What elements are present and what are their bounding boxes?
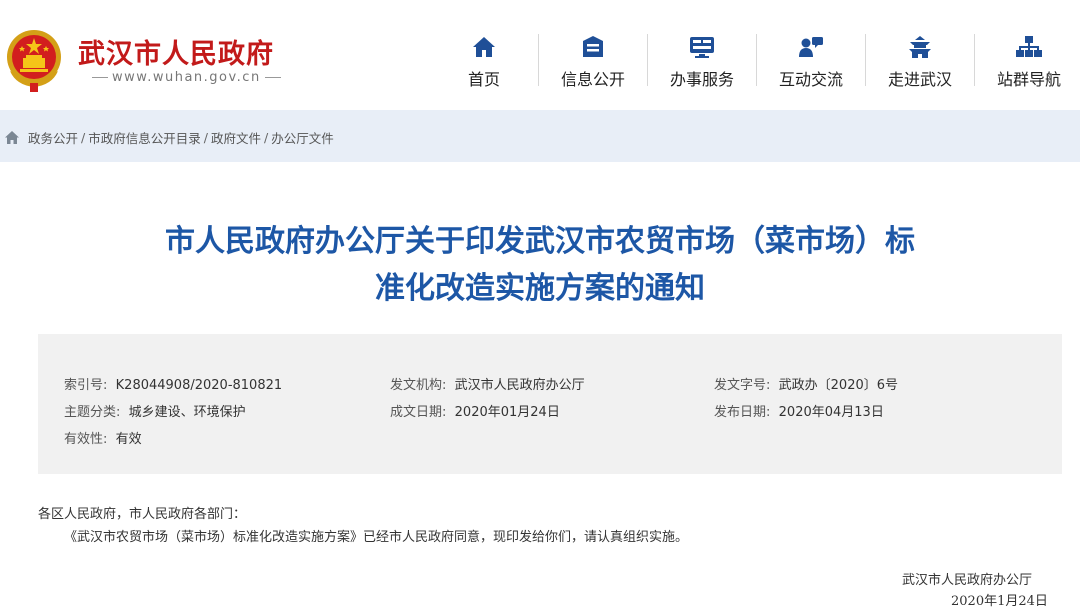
interaction-icon — [798, 34, 824, 60]
breadcrumb-separator: / — [203, 130, 208, 145]
meta-written-date-label: 成文日期: — [390, 405, 447, 420]
meta-written-date-value: 2020年01月24日 — [454, 405, 560, 420]
meta-index-label: 索引号: — [64, 378, 108, 393]
meta-doc-number: 发文字号: 武政办〔2020〕6号 — [714, 374, 898, 393]
meta-validity-label: 有效性: — [64, 432, 108, 447]
meta-published-date-value: 2020年04月13日 — [778, 405, 884, 420]
meta-category: 主题分类: 城乡建设、环境保护 — [64, 401, 246, 420]
home-icon — [471, 34, 497, 60]
meta-category-value: 城乡建设、环境保护 — [128, 405, 246, 420]
document-paragraph: 《武汉市农贸市场（菜市场）标准化改造实施方案》已经市人民政府同意，现印发给你们，… — [64, 530, 689, 545]
meta-doc-number-label: 发文字号: — [714, 378, 771, 393]
nav-services[interactable]: 办事服务 — [648, 28, 756, 92]
breadcrumb-separator: / — [81, 130, 86, 145]
meta-validity-value: 有效 — [115, 432, 142, 447]
nav-about-wuhan[interactable]: 走进武汉 — [866, 28, 974, 92]
nav-home[interactable]: 首页 — [430, 28, 538, 92]
nav-sitemap-label: 站群导航 — [996, 70, 1061, 89]
breadcrumb: 政务公开 / 市政府信息公开目录 / 政府文件 / 办公厅文件 — [4, 128, 334, 147]
service-screen-icon — [689, 34, 715, 60]
meta-issuer-label: 发文机构: — [390, 378, 447, 393]
site-url: www.wuhan.gov.cn — [88, 70, 285, 85]
breadcrumb-separator: / — [263, 130, 269, 145]
open-info-icon — [580, 34, 606, 60]
meta-validity: 有效性: 有效 — [64, 428, 142, 447]
page-title-line-2: 准化改造实施方案的通知 — [375, 271, 705, 306]
document-date: 2020年1月24日 — [951, 594, 1048, 608]
meta-index: 索引号: K28044908/2020-810821 — [64, 374, 282, 393]
meta-doc-number-value: 武政办〔2020〕6号 — [778, 378, 899, 393]
national-emblem-icon[interactable] — [2, 27, 66, 93]
breadcrumb-item-public-affairs[interactable]: 政务公开 — [28, 128, 78, 147]
nav-open-info-label: 信息公开 — [560, 70, 625, 89]
meta-issuer: 发文机构: 武汉市人民政府办公厅 — [390, 374, 585, 393]
page-title: 市人民政府办公厅关于印发武汉市农贸市场（菜市场）标 准化改造实施方案的通知 — [60, 218, 1020, 312]
landmark-icon — [907, 34, 933, 60]
home-icon[interactable] — [4, 130, 20, 146]
main-nav: 首页 信息公开 办事服务 互动交流 走进武汉 站群导航 — [430, 28, 1080, 92]
page-title-line-1: 市人民政府办公厅关于印发武汉市农贸市场（菜市场）标 — [165, 224, 915, 259]
nav-about-wuhan-label: 走进武汉 — [887, 70, 952, 89]
site-header: 武汉市人民政府 www.wuhan.gov.cn 首页 信息公开 办事服务 互动… — [0, 0, 1080, 108]
document-signature: 武汉市人民政府办公厅 — [902, 573, 1033, 588]
breadcrumb-item-info-catalog[interactable]: 市政府信息公开目录 — [88, 128, 201, 147]
meta-index-value: K28044908/2020-810821 — [115, 378, 283, 393]
meta-published-date: 发布日期: 2020年04月13日 — [714, 401, 884, 420]
meta-category-label: 主题分类: — [64, 405, 121, 420]
nav-home-label: 首页 — [467, 70, 500, 89]
sitemap-icon — [1016, 34, 1042, 60]
site-url-text: www.wuhan.gov.cn — [112, 70, 261, 85]
document-meta: 索引号: K28044908/2020-810821 发文机构: 武汉市人民政府… — [38, 334, 1062, 474]
document-salutation: 各区人民政府，市人民政府各部门： — [38, 507, 247, 522]
nav-sitemap[interactable]: 站群导航 — [975, 28, 1080, 92]
breadcrumb-bar: 政务公开 / 市政府信息公开目录 / 政府文件 / 办公厅文件 — [0, 110, 1080, 162]
nav-interaction[interactable]: 互动交流 — [757, 28, 865, 92]
breadcrumb-item-office-documents[interactable]: 办公厅文件 — [271, 128, 334, 147]
meta-written-date: 成文日期: 2020年01月24日 — [390, 401, 560, 420]
meta-published-date-label: 发布日期: — [714, 405, 771, 420]
nav-services-label: 办事服务 — [669, 70, 734, 89]
site-name[interactable]: 武汉市人民政府 — [78, 32, 274, 71]
nav-interaction-label: 互动交流 — [778, 70, 843, 89]
nav-open-info[interactable]: 信息公开 — [539, 28, 647, 92]
meta-issuer-value: 武汉市人民政府办公厅 — [454, 378, 585, 393]
breadcrumb-item-gov-documents[interactable]: 政府文件 — [211, 128, 261, 147]
